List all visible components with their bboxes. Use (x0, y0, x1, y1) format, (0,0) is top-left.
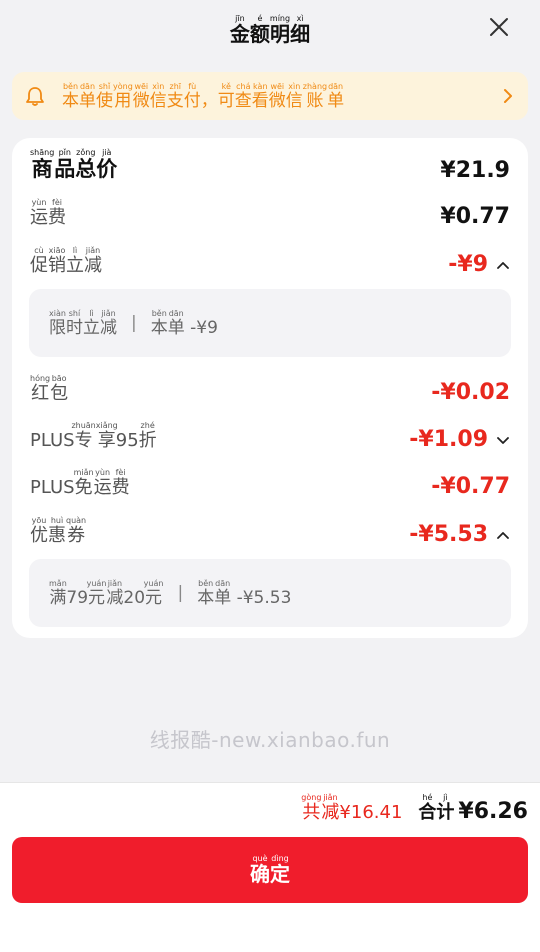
goods-total-label: 商shāng品pǐn总zǒng价jià (30, 148, 118, 181)
coupon-row[interactable]: 优yōu惠huì券quàn -¥5.53 (30, 516, 510, 547)
footer-bar: 共gòng减jiǎn¥16.41 合hé计jì ¥6.26 确què 定dìng (0, 782, 540, 952)
shipping-label: 运yùn费fèi (30, 198, 66, 228)
sum-value: ¥6.26 (458, 799, 528, 824)
promo-detail: 限xiàn时shí立lì减jiǎn | 本běn单dān -¥9 (29, 289, 511, 357)
chevron-up-icon[interactable] (496, 260, 510, 270)
plus-shipping-row: PLUS免miǎn运yùn费fèi -¥0.77 (30, 468, 510, 499)
price-breakdown-card: 商shāng品pǐn总zǒng价jià ¥21.9 运yùn费fèi ¥0.77… (12, 138, 528, 638)
close-icon[interactable] (488, 16, 510, 38)
header: 金jīn额é明míng细xì (0, 0, 540, 62)
promo-row[interactable]: 促cù销xiāo立lì减jiǎn -¥9 (30, 246, 510, 277)
plus-discount-value: -¥1.09 (409, 427, 488, 452)
notice-text: 本běn单dān使shǐ用yòng微wēi信xìn支zhī付fù，可kě查chá… (62, 81, 345, 111)
redpacket-row: 红hóng包bāo -¥0.02 (30, 374, 510, 405)
goods-total-row: 商shāng品pǐn总zǒng价jià ¥21.9 (30, 148, 510, 183)
coupon-label: 优yōu惠huì券quàn (30, 516, 87, 546)
total-saved: 共gòng减jiǎn¥16.41 (301, 793, 403, 823)
confirm-button[interactable]: 确què 定dìng (12, 837, 528, 903)
shipping-value: ¥0.77 (440, 204, 510, 229)
plus-shipping-value: -¥0.77 (431, 474, 510, 499)
plus-shipping-label: PLUS免miǎn运yùn费fèi (30, 468, 130, 498)
promo-label: 促cù销xiāo立lì减jiǎn (30, 246, 102, 276)
shipping-row: 运yùn费fèi ¥0.77 (30, 198, 510, 229)
promo-detail-left: 限xiàn时shí立lì减jiǎn (49, 308, 117, 338)
totals: 共gòng减jiǎn¥16.41 合hé计jì ¥6.26 (301, 793, 528, 824)
watermark: 线报酷-new.xianbao.fun (149, 728, 391, 752)
sum-label: 合hé计jì (418, 793, 455, 823)
redpacket-label: 红hóng包bāo (30, 374, 69, 404)
coupon-detail-right: 本běn单dān -¥5.53 (197, 578, 292, 608)
chevron-right-icon (504, 89, 512, 103)
wechat-bill-notice[interactable]: 本běn单dān使shǐ用yòng微wēi信xìn支zhī付fù，可kě查chá… (12, 72, 528, 120)
coupon-detail-left: 满mǎn79元yuán减jiǎn20元yuán (49, 578, 164, 608)
coupon-value-wrap: -¥5.53 (409, 522, 510, 547)
coupon-detail: 满mǎn79元yuán减jiǎn20元yuán | 本běn单dān -¥5.5… (29, 559, 511, 627)
promo-value: -¥9 (448, 252, 488, 277)
page-title: 金jīn额é明míng细xì (229, 14, 311, 46)
chevron-up-icon[interactable] (496, 530, 510, 540)
promo-value-wrap: -¥9 (448, 252, 510, 277)
bell-icon (26, 87, 44, 106)
divider: | (177, 583, 184, 603)
divider: | (131, 313, 137, 333)
goods-total-value: ¥21.9 (440, 158, 510, 183)
total-saved-value: ¥16.41 (339, 802, 403, 823)
plus-discount-row[interactable]: PLUS专zhuān享xiǎng95折zhé -¥1.09 (30, 421, 510, 452)
coupon-value: -¥5.53 (409, 522, 488, 547)
chevron-down-icon[interactable] (496, 435, 510, 445)
plus-discount-value-wrap: -¥1.09 (409, 427, 510, 452)
redpacket-value: -¥0.02 (431, 380, 510, 405)
promo-detail-right: 本běn单dān -¥9 (150, 308, 218, 338)
plus-discount-label: PLUS专zhuān享xiǎng95折zhé (30, 421, 157, 451)
